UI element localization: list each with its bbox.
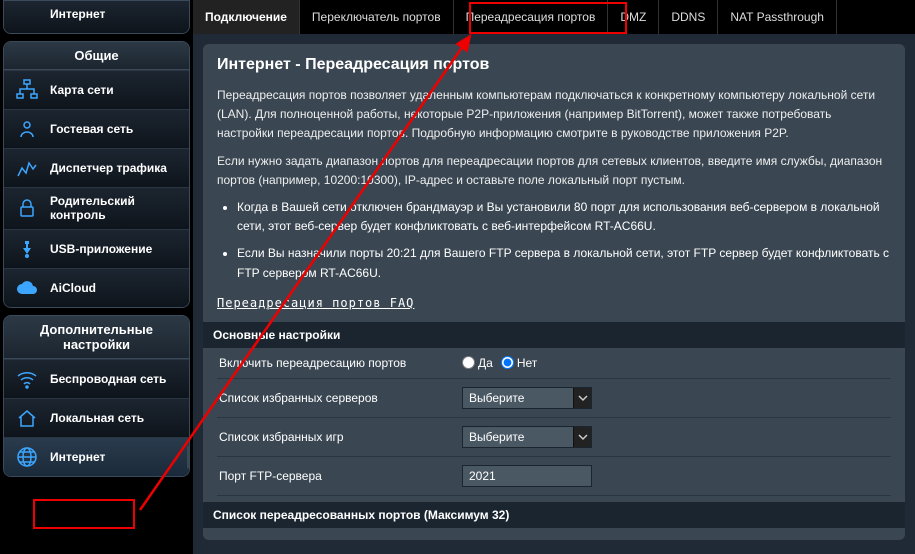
tab-label: NAT Passthrough xyxy=(730,10,824,24)
radio-label: Да xyxy=(478,356,493,370)
sidebar-item-label: Интернет xyxy=(50,7,105,21)
sidebar-item-label: USB-приложение xyxy=(50,242,152,256)
globe-icon xyxy=(14,444,40,470)
game-select[interactable]: Выберите xyxy=(462,426,592,448)
sidebar-item-guest-network[interactable]: Гостевая сеть xyxy=(4,109,189,148)
row-label: Порт FTP-сервера xyxy=(217,469,462,483)
sidebar-item-label: Локальная сеть xyxy=(50,411,144,425)
select-value: Выберите xyxy=(463,430,530,444)
page-title: Интернет - Переадресация портов xyxy=(217,56,891,74)
tab-ddns[interactable]: DDNS xyxy=(659,0,718,34)
tab-label: DMZ xyxy=(620,10,646,24)
note-item: Если Вы назначили порты 20:21 для Вашего… xyxy=(237,244,891,282)
sidebar: Интернет Общие Карта сети Гостевая сеть xyxy=(0,0,193,554)
sidebar-item-network-map[interactable]: Карта сети xyxy=(4,70,189,109)
main-content: Подключение Переключатель портов Переадр… xyxy=(193,0,915,554)
wifi-icon xyxy=(14,366,40,392)
tab-label: Подключение xyxy=(205,10,287,24)
sidebar-item-parental-control[interactable]: Родительский контроль xyxy=(4,187,189,229)
input-value: 2021 xyxy=(469,469,496,483)
sidebar-item-internet[interactable]: Интернет xyxy=(4,437,189,476)
house-icon xyxy=(14,405,40,431)
sidebar-item-label: Беспроводная сеть xyxy=(50,372,166,386)
radio-yes[interactable]: Да xyxy=(462,356,493,370)
traffic-icon xyxy=(14,155,40,181)
ftp-port-input[interactable]: 2021 xyxy=(462,465,592,487)
sidebar-item-usb-app[interactable]: USB-приложение xyxy=(4,229,189,268)
faq-link[interactable]: Переадресация портов FAQ xyxy=(217,296,414,310)
sidebar-item-wireless[interactable]: Беспроводная сеть xyxy=(4,359,189,398)
sidebar-item-label: Интернет xyxy=(50,450,105,464)
sidebar-item-lan[interactable]: Локальная сеть xyxy=(4,398,189,437)
tab-connection[interactable]: Подключение xyxy=(193,0,300,34)
sidebar-item-traffic-manager[interactable]: Диспетчер трафика xyxy=(4,148,189,187)
select-value: Выберите xyxy=(463,391,530,405)
row-ftp-port: Порт FTP-сервера 2021 xyxy=(217,457,891,496)
description-2: Если нужно задать диапазон портов для пе… xyxy=(217,152,891,190)
sidebar-item-label: Гостевая сеть xyxy=(50,122,133,136)
tab-port-forward[interactable]: Переадресация портов xyxy=(454,0,609,34)
usb-icon xyxy=(14,236,40,262)
section-header-list: Список переадресованных портов (Максимум… xyxy=(203,502,905,528)
tab-label: Переключатель портов xyxy=(312,10,441,24)
row-label: Включить переадресацию портов xyxy=(217,356,462,370)
note-item: Когда в Вашей сети отключен брандмауэр и… xyxy=(237,198,891,236)
row-label: Список избранных игр xyxy=(217,430,462,444)
server-select[interactable]: Выберите xyxy=(462,387,592,409)
sidebar-item-label: Диспетчер трафика xyxy=(50,161,167,175)
tab-port-trigger[interactable]: Переключатель портов xyxy=(300,0,454,34)
tab-label: Переадресация портов xyxy=(466,10,596,24)
sidebar-item-label: Родительский контроль xyxy=(50,194,179,223)
description-1: Переадресация портов позволяет удаленным… xyxy=(217,86,891,144)
active-arrow-icon xyxy=(187,445,190,469)
radio-label: Нет xyxy=(517,356,537,370)
row-game-list: Список избранных игр Выберите xyxy=(217,418,891,457)
radio-input[interactable] xyxy=(462,356,475,369)
globe-icon xyxy=(14,1,40,27)
guest-icon xyxy=(14,116,40,142)
panel: Интернет - Переадресация портов Переадре… xyxy=(203,44,905,540)
cloud-icon xyxy=(14,275,40,301)
sidebar-item-internet-partial[interactable]: Интернет xyxy=(4,1,189,33)
sidebar-item-label: AiCloud xyxy=(50,281,96,295)
tab-label: DDNS xyxy=(671,10,705,24)
tabbar: Подключение Переключатель портов Переадр… xyxy=(193,0,915,34)
row-label: Список избранных серверов xyxy=(217,391,462,405)
row-server-list: Список избранных серверов Выберите xyxy=(217,379,891,418)
section-header-basic: Основные настройки xyxy=(203,322,905,348)
radio-no[interactable]: Нет xyxy=(501,356,537,370)
radio-input[interactable] xyxy=(501,356,514,369)
chevron-down-icon xyxy=(573,427,591,447)
tab-dmz[interactable]: DMZ xyxy=(608,0,659,34)
group-title: Общие xyxy=(4,42,189,70)
notes-list: Когда в Вашей сети отключен брандмауэр и… xyxy=(217,198,891,283)
chevron-down-icon xyxy=(573,388,591,408)
sidebar-item-aicloud[interactable]: AiCloud xyxy=(4,268,189,307)
lock-icon xyxy=(14,195,40,221)
group-title: Дополнительные настройки xyxy=(4,316,189,359)
sidebar-group-advanced: Дополнительные настройки Беспроводная се… xyxy=(3,315,190,477)
sidebar-group-general: Общие Карта сети Гостевая сеть Диспетчер… xyxy=(3,41,190,308)
row-enable-forwarding: Включить переадресацию портов Да Нет xyxy=(217,348,891,379)
network-icon xyxy=(14,77,40,103)
sidebar-item-label: Карта сети xyxy=(50,83,114,97)
tab-nat-passthrough[interactable]: NAT Passthrough xyxy=(718,0,837,34)
